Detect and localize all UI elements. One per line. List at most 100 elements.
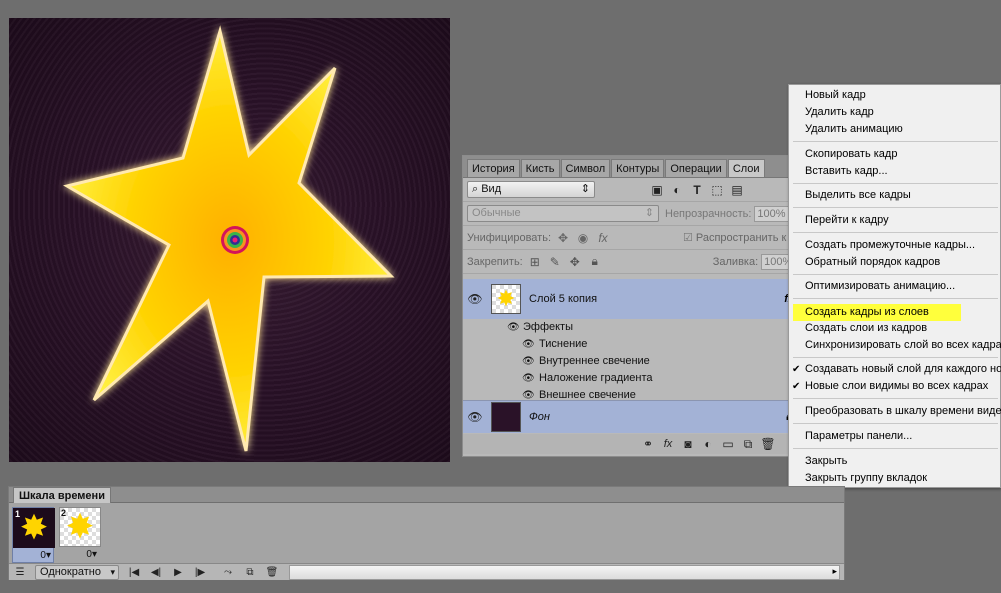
star-thumbnail-icon: ✸ [65,508,95,546]
menu-item-select-all-frames[interactable]: Выделить все кадры [789,187,1001,204]
filter-kind-value: Вид [481,183,502,195]
menu-item-optimize-animation[interactable]: Оптимизировать анимацию... [789,278,1001,295]
mask-icon[interactable]: ◙ [680,436,696,452]
unify-label: Унифицировать: [467,231,552,244]
link-icon[interactable]: ⚭ [640,436,656,452]
eye-icon[interactable]: 👁︎ [463,410,487,424]
menu-item-close[interactable]: Закрыть [789,453,1001,470]
eye-icon[interactable]: 👁︎ [507,319,520,336]
tab-actions[interactable]: Операции [665,159,727,177]
propagate-checkbox[interactable]: ☑ [683,231,693,244]
menu-item-tween[interactable]: Создать промежуточные кадры... [789,237,1001,254]
tab-character[interactable]: Символ [560,159,611,177]
menu-item-reverse-frames[interactable]: Обратный порядок кадров [789,254,1001,271]
tween-icon[interactable]: ⤳ [217,567,239,578]
menu-item-new-layers-visible[interactable]: ✔ Новые слои видимы во всех кадрах [789,378,1001,395]
layer-row-selected[interactable]: 👁︎ ✸ Слой 5 копия fx [463,279,808,319]
frame-number: 1 [15,509,21,519]
effects-header: 👁︎ Эффекты [463,319,808,336]
filter-kind-select[interactable]: ⌕ Вид ⇕ [467,181,595,198]
tab-history[interactable]: История [467,159,520,177]
star-thumbnail-icon: ✸ [496,286,516,311]
menu-item-make-frames-from-layers[interactable]: Создать кадры из слоев [789,304,1001,321]
effect-gradient-overlay-label[interactable]: Наложение градиента [539,370,653,387]
frame-number: 2 [61,508,67,518]
lock-pixels-icon[interactable]: ✎ [547,254,563,270]
opacity-label: Непрозрачность: [665,207,752,220]
target-icon [221,226,249,254]
menu-item-create-new-layer-each-frame[interactable]: ✔Создавать новый слой для каждого нового… [789,361,1001,378]
layer-name[interactable]: Фон [529,411,550,423]
layer-thumbnail: ✸ [491,284,521,314]
menu-item-go-to-frame[interactable]: Перейти к кадру [789,212,1001,229]
star-artwork [63,25,395,452]
menu-item-delete-frame[interactable]: Удалить кадр [789,104,1001,121]
panel-context-menu: Новый кадр Удалить кадр Удалить анимацию… [788,84,1001,488]
scroll-right-icon[interactable]: ▸ [832,566,837,577]
effect-bevel-label[interactable]: Тиснение [539,336,587,353]
adjustment-filter-icon[interactable]: ◐ [669,182,685,198]
menu-item-panel-options[interactable]: Параметры панели... [789,428,1001,445]
new-layer-icon[interactable]: ⧉ [740,436,756,452]
tab-timeline[interactable]: Шкала времени [13,487,111,503]
folder-icon[interactable]: ▭ [720,436,736,452]
updown-icon: ⇕ [644,207,654,219]
frame-1[interactable]: ✸ 1 0▾ [12,507,55,563]
fill-label: Заливка: [712,255,759,268]
next-frame-icon[interactable]: |▶ [189,567,211,578]
menu-separator [793,207,998,208]
image-filter-icon[interactable]: ▣ [649,182,665,198]
lock-transparency-icon[interactable]: ⊞ [527,254,543,270]
layer-thumbnail [491,402,521,432]
first-frame-icon[interactable]: |◀ [123,567,145,578]
menu-item-match-layer-across-frames[interactable]: Синхронизировать слой во всех кадрах... [789,337,1001,354]
unify-position-icon[interactable]: ✥ [555,230,571,246]
eye-icon[interactable]: 👁︎ [522,336,535,353]
menu-item-delete-animation[interactable]: Удалить анимацию [789,121,1001,138]
layer-row-background[interactable]: 👁︎ Фон 🔒︎ [463,400,808,433]
timeline-scrollbar[interactable]: ▸ [289,564,840,580]
menu-item-copy-frame[interactable]: Скопировать кадр [789,146,1001,163]
menu-item-close-tab-group[interactable]: Закрыть группу вкладок [789,470,1001,487]
eye-icon[interactable]: 👁︎ [463,292,487,306]
convert-timeline-icon[interactable]: ☰ [9,567,31,578]
duplicate-frame-icon[interactable]: ⧉ [239,567,261,578]
frame-2[interactable]: ✸ 2 0▾ [59,507,101,563]
lock-row: Закрепить: ⊞ ✎ ✥ 🔒︎ Заливка: 100% [463,250,806,274]
menu-item-new-frame[interactable]: Новый кадр [789,87,1001,104]
frame-delay[interactable]: 0▾ [13,550,55,561]
adjustment-icon[interactable]: ◐ [700,436,716,452]
unify-style-icon[interactable]: fx [595,230,611,246]
shape-filter-icon[interactable]: ⬚ [709,182,725,198]
play-icon[interactable]: ▶ [167,567,189,578]
tab-paths[interactable]: Контуры [611,159,665,177]
checkmark-icon: ✔ [792,381,801,392]
menu-item-paste-frame[interactable]: Вставить кадр... [789,163,1001,180]
smart-object-filter-icon[interactable]: ▤ [729,182,745,198]
layer-name[interactable]: Слой 5 копия [529,293,597,305]
type-filter-icon[interactable]: T [689,182,705,198]
trash-icon[interactable]: 🗑︎ [261,567,283,578]
menu-separator [793,183,998,184]
loop-value: Однократно [40,565,101,578]
lock-position-icon[interactable]: ✥ [567,254,583,270]
unify-visibility-icon[interactable]: ◉ [575,230,591,246]
eye-icon[interactable]: 👁︎ [522,353,535,370]
menu-item-convert-to-video-timeline[interactable]: Преобразовать в шкалу времени видео [789,403,1001,420]
trash-icon[interactable]: 🗑︎ [760,436,776,452]
menu-item-flatten-frames-into-layers[interactable]: Создать слои из кадров [789,320,1001,337]
search-icon: ⌕ [472,183,482,195]
lock-all-icon[interactable]: 🔒︎ [587,254,603,270]
tab-layers[interactable]: Слои [727,159,765,177]
blend-mode-select[interactable]: Обычные ⇕ [467,205,659,222]
frame-delay[interactable]: 0▾ [59,549,101,560]
loop-select[interactable]: Однократно ▾ [35,564,119,580]
tab-brush[interactable]: Кисть [520,159,560,177]
previous-frame-icon[interactable]: ◀| [145,567,167,578]
effect-inner-glow-label[interactable]: Внутреннее свечение [539,353,650,370]
timeline-controls: ☰ Однократно ▾ |◀ ◀| ▶ |▶ ⤳ ⧉ 🗑︎ ▸ [9,563,844,580]
eye-icon[interactable]: 👁︎ [522,370,535,387]
fx-icon[interactable]: fx [660,436,676,452]
document-canvas[interactable] [9,18,450,462]
opacity-field[interactable]: 100% [754,205,791,222]
